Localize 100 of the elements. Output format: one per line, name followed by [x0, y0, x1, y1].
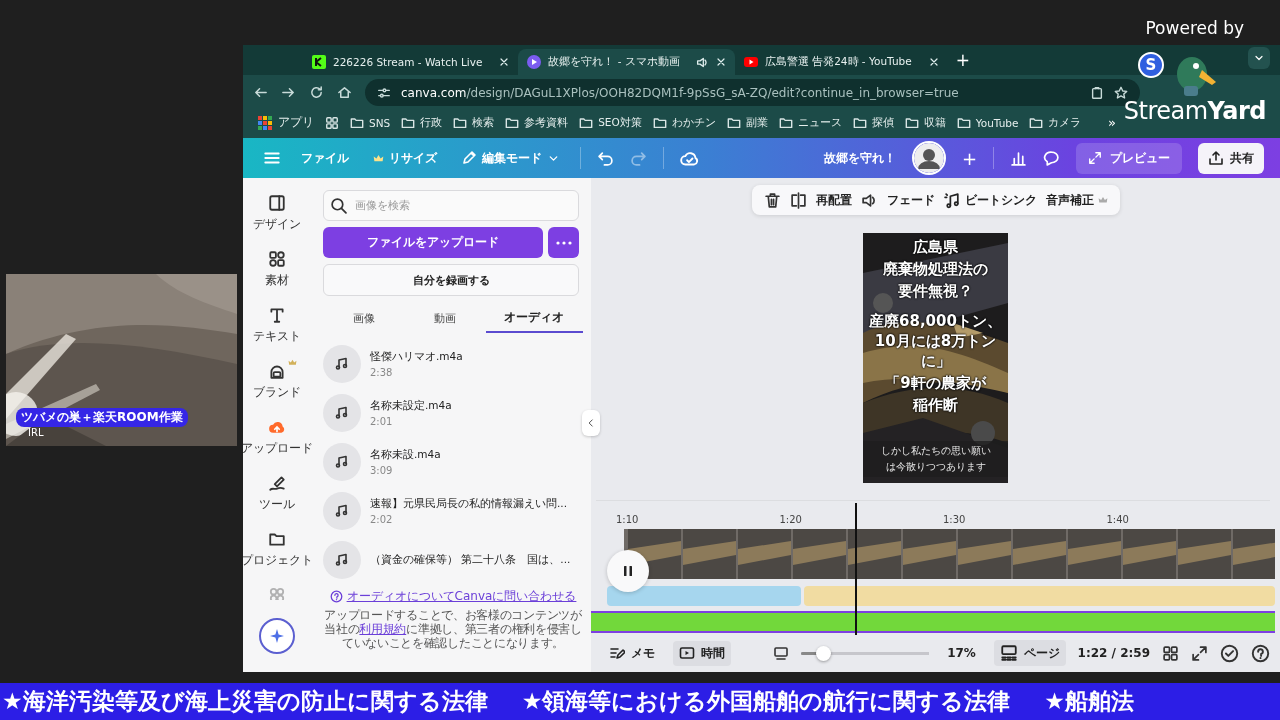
- file-name: （資金の確保等） 第二十八条 国は、...: [370, 552, 571, 567]
- record-button[interactable]: 自分を録画する: [323, 264, 579, 296]
- crown-icon: [288, 358, 297, 367]
- rail-item[interactable]: デザイン: [243, 194, 311, 241]
- bookmark-star-icon[interactable]: [1114, 85, 1128, 100]
- chevron-left-icon: [586, 418, 596, 428]
- rail-item[interactable]: ツール: [243, 474, 311, 521]
- design-title[interactable]: 故郷を守れ！: [823, 149, 896, 167]
- panel-tab[interactable]: 画像: [323, 304, 405, 333]
- audio-file-item[interactable]: （資金の確保等） 第二十八条 国は、...: [323, 535, 583, 584]
- tab-title: 広島警選 告発24時 - YouTube: [764, 55, 912, 69]
- browser-tab[interactable]: 226226 Stream - Watch Live: [303, 49, 519, 75]
- help-icon[interactable]: [1251, 643, 1270, 663]
- text-icon: [268, 306, 286, 324]
- check-icon[interactable]: [1220, 643, 1239, 663]
- page-track[interactable]: [591, 611, 1275, 633]
- split-icon[interactable]: [789, 191, 807, 209]
- more-bookmarks-button[interactable]: »: [1108, 115, 1116, 130]
- comment-icon[interactable]: [1043, 149, 1060, 167]
- bookmark-folder[interactable]: 副業: [726, 115, 768, 130]
- bookmark-folder[interactable]: SNS: [350, 115, 391, 130]
- source-tag: IRL: [28, 427, 44, 438]
- fade-button[interactable]: フェード: [886, 191, 935, 209]
- bookmark-folder[interactable]: 参考資料: [505, 115, 569, 130]
- audio-file-item[interactable]: 名称未設.m4a 3:09: [323, 437, 583, 486]
- audio-clip[interactable]: [804, 586, 1275, 606]
- bookmark-folder[interactable]: 収籍: [904, 115, 946, 130]
- folder-icon: [350, 115, 364, 130]
- grid-view-icon[interactable]: [1162, 644, 1179, 662]
- browser-tab[interactable]: 故郷を守れ！ - スマホ動画: [518, 49, 735, 75]
- play-pause-button[interactable]: [607, 550, 649, 592]
- time-tick-label: 1:20: [779, 514, 803, 527]
- bookmark-folder[interactable]: 検索: [453, 115, 495, 130]
- crown-icon: [373, 152, 384, 164]
- folder-icon: [1029, 115, 1044, 130]
- music-note-icon: [334, 453, 350, 470]
- pages-button[interactable]: ページ: [993, 640, 1066, 666]
- notes-button[interactable]: メモ: [603, 640, 661, 666]
- share-button[interactable]: 共有: [1198, 142, 1264, 174]
- browser-tab[interactable]: 広島警選 告発24時 - YouTube: [734, 49, 948, 75]
- file-duration: 2:38: [370, 366, 394, 378]
- folder-icon: [505, 115, 520, 130]
- tab-groups-icon[interactable]: [325, 115, 339, 130]
- bookmark-folder[interactable]: わかチン: [652, 115, 716, 130]
- search-field[interactable]: 画像を検索: [323, 190, 579, 221]
- home-icon[interactable]: [337, 85, 352, 100]
- bookmark-folder[interactable]: SEO対策: [579, 115, 642, 130]
- bookmark-folder[interactable]: YouTube: [956, 115, 1019, 130]
- panel-tab[interactable]: 動画: [404, 304, 486, 333]
- upload-button[interactable]: ファイルをアップロード: [323, 227, 543, 258]
- rail-item[interactable]: アップロード: [243, 418, 311, 465]
- crown-icon: [1097, 195, 1108, 205]
- rail-item[interactable]: 素材: [243, 250, 311, 297]
- audio-file-item[interactable]: 名称未設定.m4a 2:01: [323, 388, 583, 437]
- timer-button[interactable]: 時間: [673, 640, 731, 666]
- new-tab-button[interactable]: +: [955, 50, 970, 70]
- volume-icon[interactable]: [860, 191, 878, 209]
- bookmark-folder[interactable]: ニュース: [778, 115, 842, 130]
- play-icon: [526, 54, 543, 70]
- help-link[interactable]: オーディオについてCanvaに問い合わせる: [323, 588, 583, 605]
- screen-icon[interactable]: [773, 645, 789, 661]
- terms-link[interactable]: 利用規約: [359, 622, 407, 636]
- rearrange-button[interactable]: 再配置: [815, 191, 852, 209]
- fullscreen-icon[interactable]: [1191, 644, 1208, 662]
- folder-icon: [401, 115, 416, 130]
- audio-clip[interactable]: [607, 586, 801, 606]
- stream-title-label: ツバメの巣＋楽天ROOM作業: [16, 408, 188, 427]
- undo-icon[interactable]: [597, 149, 614, 167]
- folder-icon: [852, 115, 867, 130]
- preview-button[interactable]: プレビュー: [1076, 142, 1182, 174]
- reload-icon[interactable]: [309, 85, 324, 100]
- folder-icon: [579, 115, 594, 130]
- audio-file-item[interactable]: 速報】元県民局長の私的情報漏えい問... 2:02: [323, 486, 583, 535]
- notes-icon: [609, 645, 625, 661]
- forward-icon[interactable]: [281, 85, 296, 100]
- rail-item[interactable]: テキスト: [243, 306, 311, 353]
- magic-button[interactable]: [259, 618, 295, 654]
- audio-file-item[interactable]: 怪傑ハリマオ.m4a 2:38: [323, 339, 583, 388]
- back-icon[interactable]: [253, 85, 268, 100]
- tab-title: 226226 Stream - Watch Live: [333, 56, 483, 68]
- design-heading-text: 産廃68,000トン、10月には8万トンに」: [868, 311, 1003, 371]
- bookmark-folder[interactable]: カメラ: [1029, 115, 1082, 130]
- design-heading-text: 要件無視？: [897, 281, 974, 301]
- bookmark-folder[interactable]: 行政: [401, 115, 443, 130]
- tab-menu-button[interactable]: [1248, 47, 1270, 69]
- avatar[interactable]: [911, 141, 946, 175]
- clipboard-icon[interactable]: [1090, 85, 1104, 100]
- bookmark-item[interactable]: アプリ: [257, 114, 314, 131]
- delete-icon[interactable]: [763, 191, 781, 209]
- enhance-audio-button[interactable]: 音声補正: [1045, 191, 1108, 209]
- bookmark-folder[interactable]: 探偵: [852, 115, 894, 130]
- rail-item[interactable]: ブランド: [243, 362, 311, 409]
- more-options-button[interactable]: [548, 227, 579, 258]
- file-duration: 3:09: [370, 464, 394, 476]
- folder-icon: [778, 115, 793, 130]
- slider-thumb[interactable]: [815, 645, 831, 661]
- chart-icon[interactable]: [1010, 149, 1027, 167]
- add-collaborator-button[interactable]: +: [961, 147, 977, 169]
- panel-tab[interactable]: オーディオ: [485, 304, 583, 333]
- beat-sync-button[interactable]: ビートシンク: [943, 191, 1037, 209]
